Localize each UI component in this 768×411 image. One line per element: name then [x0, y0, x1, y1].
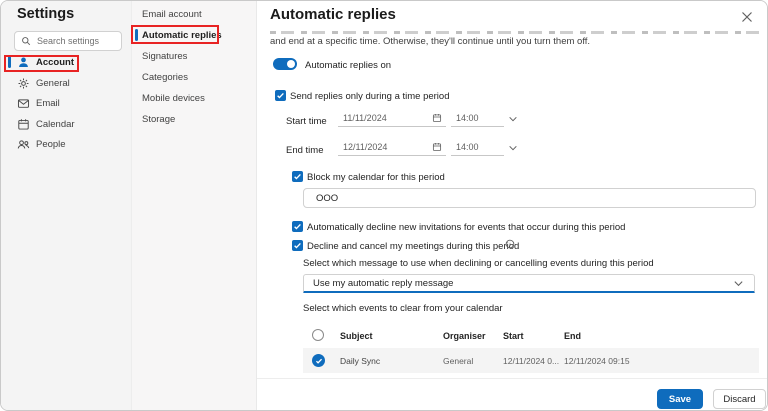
start-time-label: Start time	[286, 116, 327, 127]
select-message-label: Select which message to use when declini…	[303, 258, 654, 269]
end-time-chevron-icon[interactable]	[508, 143, 518, 153]
decline-cancel-label: Decline and cancel my meetings during th…	[307, 241, 519, 252]
table-header-organiser: Organiser	[443, 331, 486, 341]
end-clock-value: 14:00	[456, 142, 479, 152]
block-message-input[interactable]	[314, 192, 745, 205]
envelope-icon	[17, 97, 30, 110]
subnav-item-signatures[interactable]: Signatures	[132, 48, 257, 64]
table-header-subject: Subject	[340, 331, 373, 341]
check-icon	[276, 91, 285, 100]
sidebar-item-label: Account	[36, 57, 74, 68]
end-clock-field[interactable]: 14:00	[451, 139, 504, 156]
end-date-value: 12/11/2024	[343, 142, 387, 152]
settings-sidebar: Settings Account	[1, 1, 131, 410]
table-header-end: End	[564, 331, 581, 341]
search-input[interactable]	[35, 35, 115, 47]
settings-window: Settings Account	[0, 0, 768, 411]
dropdown-value: Use my automatic reply message	[313, 278, 453, 289]
subnav-item-label: Mobile devices	[142, 93, 205, 104]
close-icon	[741, 11, 753, 23]
panel-title: Automatic replies	[270, 6, 396, 23]
decline-cancel-checkbox[interactable]	[292, 240, 303, 251]
check-icon	[293, 241, 302, 250]
start-date-field[interactable]: 11/11/2024	[338, 110, 446, 127]
calendar-picker-icon[interactable]	[432, 113, 442, 123]
block-calendar-checkbox[interactable]	[292, 171, 303, 182]
intro-text: and end at a specific time. Otherwise, t…	[270, 36, 590, 47]
start-clock-value: 14:00	[456, 113, 479, 123]
table-row[interactable]: Daily Sync General 12/11/2024 0... 12/11…	[303, 348, 759, 373]
footer-divider	[257, 378, 767, 379]
calendar-picker-icon[interactable]	[432, 142, 442, 152]
subnav-item-label: Automatic replies	[142, 30, 222, 41]
row-checked-icon[interactable]	[312, 354, 325, 367]
row-organiser: General	[443, 356, 473, 366]
table-header-start: Start	[503, 331, 524, 341]
subnav-item-storage[interactable]: Storage	[132, 111, 257, 127]
subnav-item-label: Categories	[142, 72, 188, 83]
automatic-replies-panel: Automatic replies and end at a specific …	[256, 1, 767, 410]
sidebar-item-email[interactable]: Email	[1, 94, 131, 112]
people-icon	[17, 138, 30, 151]
sidebar-item-people[interactable]: People	[1, 135, 131, 153]
toggle-knob	[287, 60, 295, 68]
person-icon	[17, 56, 30, 69]
automatic-replies-toggle[interactable]	[273, 58, 297, 70]
send-replies-label: Send replies only during a time period	[290, 91, 449, 102]
settings-search[interactable]	[14, 31, 122, 51]
intro-clipped-line	[270, 31, 759, 34]
dropdown-chevron-icon	[733, 278, 744, 289]
send-replies-checkbox[interactable]	[275, 90, 286, 101]
sidebar-item-label: General	[36, 78, 70, 89]
select-all-events-checkbox[interactable]	[312, 329, 324, 341]
gear-icon	[17, 77, 30, 90]
subnav-item-label: Storage	[142, 114, 175, 125]
discard-button[interactable]: Discard	[713, 389, 766, 409]
subnav-item-label: Email account	[142, 9, 202, 20]
row-start: 12/11/2024 0...	[503, 356, 559, 366]
row-end: 12/11/2024 09:15	[564, 356, 630, 366]
end-time-label: End time	[286, 145, 324, 156]
sidebar-item-calendar[interactable]: Calendar	[1, 115, 131, 133]
close-button[interactable]	[740, 10, 754, 24]
auto-decline-checkbox[interactable]	[292, 221, 303, 232]
start-date-value: 11/11/2024	[343, 113, 387, 123]
search-icon	[21, 36, 31, 46]
auto-decline-label: Automatically decline new invitations fo…	[307, 222, 625, 233]
row-subject: Daily Sync	[340, 356, 380, 366]
sidebar-item-label: Email	[36, 98, 60, 109]
subnav-item-mobile-devices[interactable]: Mobile devices	[132, 90, 257, 106]
save-button[interactable]: Save	[657, 389, 703, 409]
info-icon[interactable]	[505, 239, 515, 249]
decline-message-dropdown[interactable]: Use my automatic reply message	[303, 274, 755, 293]
block-calendar-label: Block my calendar for this period	[307, 172, 445, 183]
sidebar-item-general[interactable]: General	[1, 74, 131, 92]
sidebar-item-label: People	[36, 139, 66, 150]
sidebar-item-label: Calendar	[36, 119, 75, 130]
end-date-field[interactable]: 12/11/2024	[338, 139, 446, 156]
start-time-chevron-icon[interactable]	[508, 114, 518, 124]
account-subnav: Email account Automatic replies Signatur…	[131, 1, 256, 410]
check-icon	[293, 222, 302, 231]
select-events-label: Select which events to clear from your c…	[303, 303, 503, 314]
calendar-icon	[17, 118, 30, 131]
subnav-item-automatic-replies[interactable]: Automatic replies	[132, 27, 257, 43]
start-clock-field[interactable]: 14:00	[451, 110, 504, 127]
subnav-item-categories[interactable]: Categories	[132, 69, 257, 85]
settings-title: Settings	[17, 6, 74, 22]
subnav-item-email-account[interactable]: Email account	[132, 6, 257, 22]
toggle-label: Automatic replies on	[305, 60, 391, 71]
sidebar-item-account[interactable]: Account	[1, 53, 131, 71]
check-icon	[293, 172, 302, 181]
subnav-item-label: Signatures	[142, 51, 187, 62]
block-message-input-wrap	[303, 188, 756, 208]
